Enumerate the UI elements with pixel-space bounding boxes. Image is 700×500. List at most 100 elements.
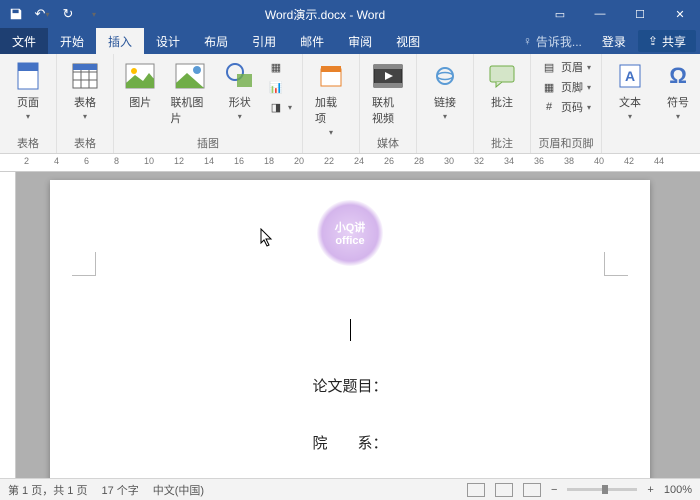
group-label-links [423,137,467,151]
footer-button[interactable]: ▦页脚▾ [537,78,595,96]
screenshot-icon: ◨ [268,99,284,115]
group-label-pages: 表格 [6,133,50,151]
symbol-label: 符号 [667,94,689,110]
view-print-button[interactable] [495,483,513,497]
group-label-illus: 插图 [120,133,296,151]
group-illustrations: 图片 联机图片 形状▾ ▦ 📊 ◨▾ 插图 [114,54,303,153]
tab-file[interactable]: 文件 [0,28,48,54]
video-icon [372,60,404,92]
ruler-vertical[interactable] [0,172,16,486]
textbox-button[interactable]: A 文本▾ [608,58,652,123]
group-label-text [608,137,700,151]
group-pages: 页面▾ 表格 [0,54,57,153]
lightbulb-icon: ♀ [523,34,532,48]
video-label: 联机视频 [372,94,404,126]
tab-layout[interactable]: 布局 [192,28,240,54]
cover-page-button[interactable]: 页面▾ [6,58,50,123]
group-comments: 批注 批注 [474,54,531,153]
group-text: A 文本▾ Ω 符号▾ [602,54,700,153]
link-label: 链接 [434,94,456,110]
zoom-out-button[interactable]: − [551,484,557,496]
cover-label: 页面 [17,94,39,110]
view-web-button[interactable] [523,483,541,497]
header-button[interactable]: ▤页眉▾ [537,58,595,76]
pagenum-icon: # [541,99,557,115]
share-button[interactable]: ⇪ 共享 [638,30,696,52]
mouse-cursor-icon [260,228,274,253]
page-number-button[interactable]: #页码▾ [537,98,595,116]
shapes-button[interactable]: 形状▾ [220,58,260,123]
symbol-button[interactable]: Ω 符号▾ [656,58,700,123]
smartart-button[interactable]: ▦ [264,58,296,76]
login-button[interactable]: 登录 [594,33,634,50]
ribbon-options-button[interactable]: ▭ [540,0,580,28]
chart-button[interactable]: 📊 [264,78,296,96]
status-page[interactable]: 第 1 页，共 1 页 [8,482,87,498]
smartart-icon: ▦ [268,59,284,75]
document-page[interactable]: 小Q讲 office 论文题目： 院 系： [50,180,650,486]
status-wordcount[interactable]: 17 个字 [101,482,138,498]
group-label-hf: 页眉和页脚 [537,133,595,151]
tell-me-label: 告诉我... [536,33,582,50]
textbox-icon: A [614,60,646,92]
group-label-media: 媒体 [366,133,410,151]
header-icon: ▤ [541,59,557,75]
group-label-addins [309,139,353,153]
group-addins: 加载项▾ [303,54,360,153]
doc-line-dept: 院 系： [50,424,650,463]
status-bar: 第 1 页，共 1 页 17 个字 中文(中国) − + 100% [0,478,700,500]
redo-button[interactable]: ↻ [56,2,80,26]
zoom-slider[interactable] [567,488,637,491]
tab-view[interactable]: 视图 [384,28,432,54]
margin-corner-tr [604,252,628,276]
ruler-horizontal[interactable]: 2468101214161820222426283032343638404244 [0,154,700,172]
screenshot-button[interactable]: ◨▾ [264,98,296,116]
share-label: 共享 [662,33,686,50]
online-pictures-button[interactable]: 联机图片 [164,58,215,128]
symbol-icon: Ω [662,60,694,92]
minimize-button[interactable]: — [580,0,620,28]
group-tables: 表格▾ 表格 [57,54,114,153]
tab-design[interactable]: 设计 [144,28,192,54]
page-icon [12,60,44,92]
text-caret [350,319,351,341]
tab-references[interactable]: 引用 [240,28,288,54]
tab-review[interactable]: 审阅 [336,28,384,54]
online-picture-icon [174,60,206,92]
tell-me-search[interactable]: ♀ 告诉我... [515,33,590,50]
picture-icon [124,60,156,92]
tab-mailings[interactable]: 邮件 [288,28,336,54]
addins-button[interactable]: 加载项▾ [309,58,353,139]
zoom-in-button[interactable]: + [647,484,653,496]
table-icon [69,60,101,92]
link-icon [429,60,461,92]
tab-insert[interactable]: 插入 [96,28,144,54]
qat-customize[interactable]: ▾ [82,2,106,26]
ribbon-tabs: 文件 开始 插入 设计 布局 引用 邮件 审阅 视图 ♀ 告诉我... 登录 ⇪… [0,28,700,54]
view-read-button[interactable] [467,483,485,497]
tab-home[interactable]: 开始 [48,28,96,54]
watermark-logo: 小Q讲 office [317,200,383,266]
table-button[interactable]: 表格▾ [63,58,107,123]
watermark-line2: office [335,235,364,247]
close-button[interactable]: ✕ [660,0,700,28]
textbox-label: 文本 [619,94,641,110]
pictures-button[interactable]: 图片 [120,58,160,112]
watermark-line1: 小Q讲 [335,219,366,235]
comment-button[interactable]: 批注 [480,58,524,112]
save-button[interactable] [4,2,28,26]
online-video-button[interactable]: 联机视频 [366,58,410,128]
store-icon [315,60,347,92]
zoom-level[interactable]: 100% [664,484,692,496]
maximize-button[interactable]: ☐ [620,0,660,28]
share-icon: ⇪ [648,34,658,48]
chart-icon: 📊 [268,79,284,95]
link-button[interactable]: 链接▾ [423,58,467,123]
status-language[interactable]: 中文(中国) [153,482,204,498]
group-header-footer: ▤页眉▾ ▦页脚▾ #页码▾ 页眉和页脚 [531,54,602,153]
shapes-label: 形状 [229,94,251,110]
ribbon: 页面▾ 表格 表格▾ 表格 图片 联机图片 形状▾ [0,54,700,154]
title-bar: ↶▾ ↻ ▾ Word演示.docx - Word ▭ — ☐ ✕ [0,0,700,28]
undo-button[interactable]: ↶▾ [30,2,54,26]
comment-label: 批注 [491,94,513,110]
